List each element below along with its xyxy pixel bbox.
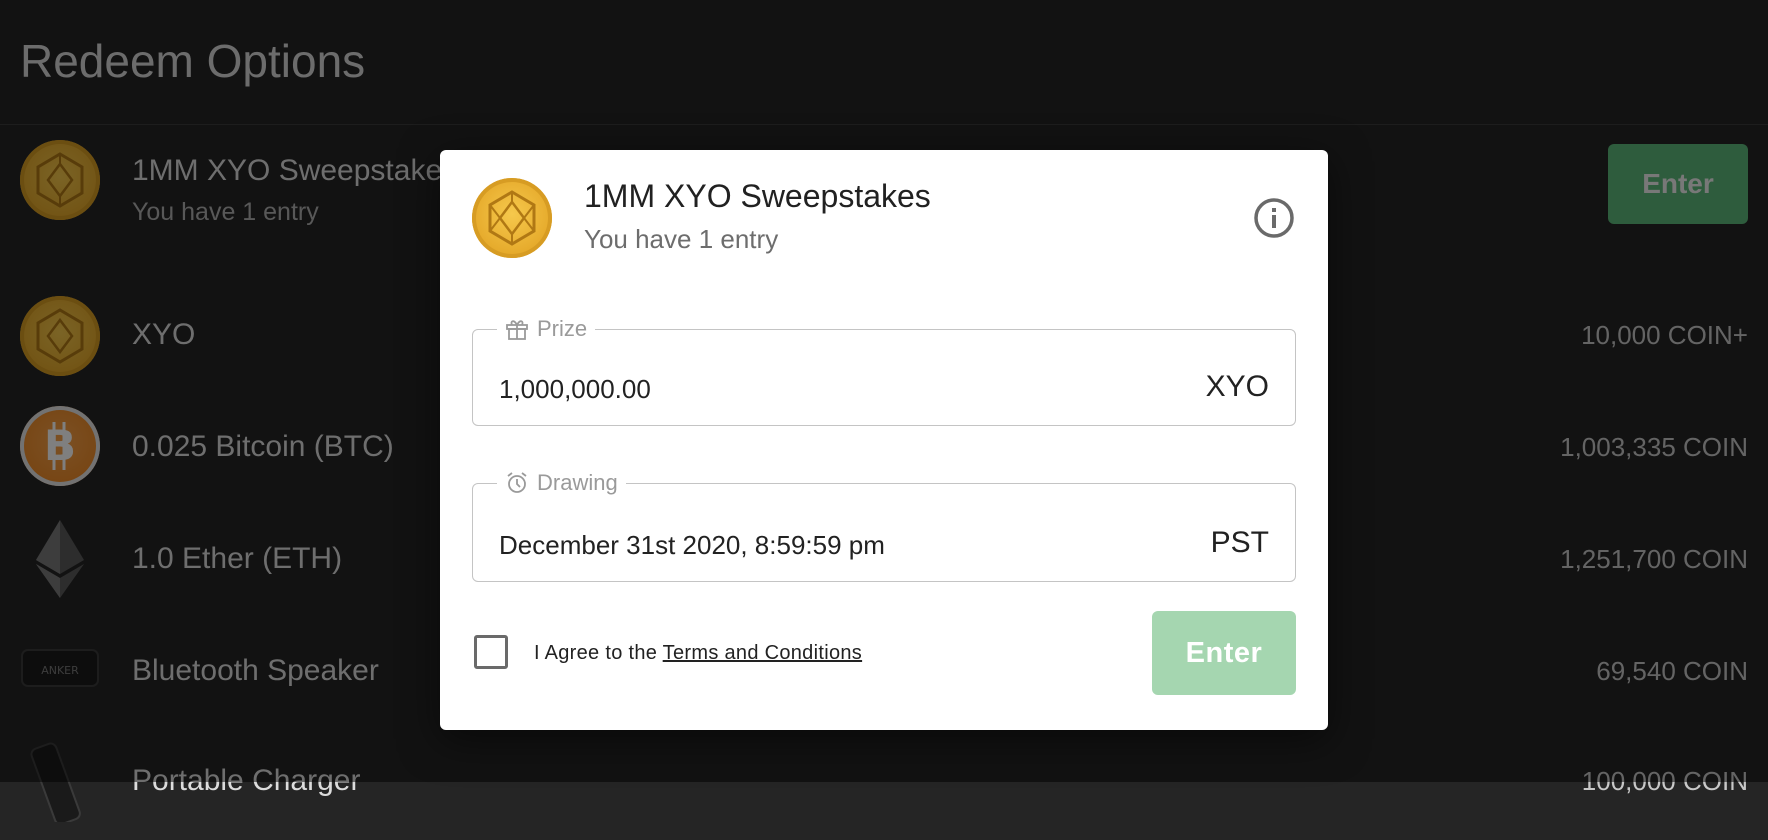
prize-value: 1,000,000.00 (499, 374, 651, 404)
xyo-coin-icon (472, 178, 552, 258)
info-button[interactable] (1252, 196, 1296, 240)
prize-legend: Prize (497, 316, 595, 341)
agree-prefix: I Agree to the (534, 642, 663, 664)
gift-icon (506, 320, 528, 340)
drawing-field: Drawing December 31st 2020, 8:59:59 pm P… (472, 470, 1296, 582)
prize-label: Prize (537, 316, 588, 341)
drawing-legend: Drawing (497, 470, 626, 495)
alarm-clock-icon (507, 472, 527, 493)
enter-button[interactable]: Enter (1152, 611, 1296, 695)
sweepstakes-dialog: 1MM XYO Sweepstakes You have 1 entry Pri… (440, 150, 1328, 730)
prize-unit: XYO (1205, 370, 1269, 403)
drawing-unit: PST (1210, 526, 1269, 559)
agree-text: I Agree to the Terms and Conditions (534, 642, 862, 665)
agree-checkbox[interactable] (474, 635, 508, 669)
terms-link[interactable]: Terms and Conditions (663, 642, 862, 664)
prize-field: Prize 1,000,000.00 XYO (472, 316, 1296, 426)
drawing-value: December 31st 2020, 8:59:59 pm (499, 530, 885, 560)
drawing-label: Drawing (537, 470, 618, 495)
dialog-title: 1MM XYO Sweepstakes (584, 178, 931, 214)
dialog-subtitle: You have 1 entry (584, 224, 779, 254)
info-icon (1254, 198, 1294, 238)
